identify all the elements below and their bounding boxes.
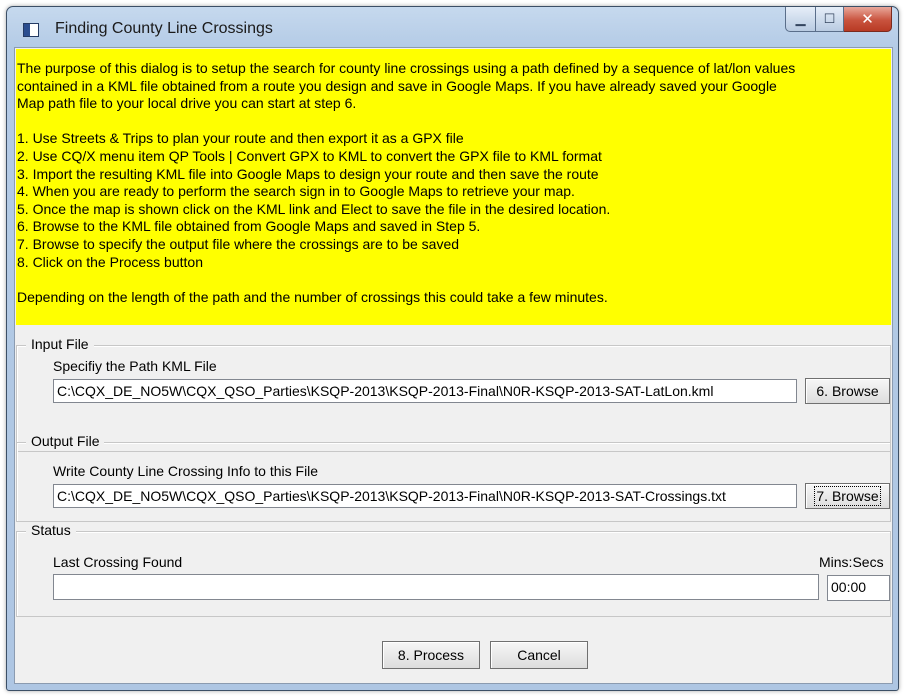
status-group-label: Status xyxy=(26,522,76,538)
input-file-prompt: Specifiy the Path KML File xyxy=(53,358,217,374)
input-file-group: Input File Specifiy the Path KML File C:… xyxy=(16,336,891,452)
instruction-line: contained in a KML file obtained from a … xyxy=(17,77,777,94)
input-file-path-field[interactable]: C:\CQX_DE_NO5W\CQX_QSO_Parties\KSQP-2013… xyxy=(53,379,797,403)
output-file-prompt: Write County Line Crossing Info to this … xyxy=(53,463,319,479)
instruction-line: 3. Import the resulting KML file into Go… xyxy=(17,165,599,182)
close-icon: ✕ xyxy=(861,11,874,28)
process-button[interactable]: 8. Process xyxy=(382,641,480,669)
input-browse-button[interactable]: 6. Browse xyxy=(805,378,890,404)
dialog-window: Finding County Line Crossings ▁ ☐ ✕ The … xyxy=(6,6,899,691)
instruction-line: The purpose of this dialog is to setup t… xyxy=(17,60,796,76)
input-file-group-label: Input File xyxy=(26,336,94,352)
instructions-panel: The purpose of this dialog is to setup t… xyxy=(16,49,891,325)
instruction-line: 8. Click on the Process button xyxy=(17,253,203,270)
cancel-label: Cancel xyxy=(517,647,561,663)
app-icon xyxy=(23,23,39,37)
last-crossing-label: Last Crossing Found xyxy=(53,554,183,570)
status-group: Status Last Crossing Found Mins:Secs 00:… xyxy=(16,522,891,617)
instruction-line: Depending on the length of the path and … xyxy=(17,288,608,305)
title-bar[interactable]: Finding County Line Crossings ▁ ☐ ✕ xyxy=(7,7,898,47)
minimize-button[interactable]: ▁ xyxy=(785,7,816,32)
instruction-line: 1. Use Streets & Trips to plan your rout… xyxy=(17,130,464,147)
process-label: 8. Process xyxy=(397,647,465,663)
minimize-icon: ▁ xyxy=(795,11,806,26)
instruction-line: 6. Browse to the KML file obtained from … xyxy=(17,218,481,235)
output-browse-label: 7. Browse xyxy=(814,486,881,506)
output-file-path-field[interactable]: C:\CQX_DE_NO5W\CQX_QSO_Parties\KSQP-2013… xyxy=(53,484,797,508)
close-button[interactable]: ✕ xyxy=(844,7,892,32)
instruction-line xyxy=(17,271,891,289)
output-browse-button[interactable]: 7. Browse xyxy=(805,483,890,509)
window-title: Finding County Line Crossings xyxy=(55,20,273,37)
instruction-line: 7. Browse to specify the output file whe… xyxy=(17,235,460,252)
input-browse-label: 6. Browse xyxy=(816,383,879,399)
dialog-client-area: The purpose of this dialog is to setup t… xyxy=(14,47,893,684)
elapsed-time-label: Mins:Secs xyxy=(819,554,884,570)
instruction-line: 4. When you are ready to perform the sea… xyxy=(17,183,575,200)
output-file-group: Output File Write County Line Crossing I… xyxy=(16,433,891,522)
elapsed-time-field[interactable]: 00:00 xyxy=(827,575,890,601)
instruction-line xyxy=(17,113,891,131)
maximize-icon: ☐ xyxy=(823,11,836,26)
last-crossing-field[interactable] xyxy=(53,574,819,600)
cancel-button[interactable]: Cancel xyxy=(490,641,588,669)
instruction-line: Map path file to your local drive you ca… xyxy=(17,95,357,112)
maximize-button[interactable]: ☐ xyxy=(816,7,844,32)
output-file-group-label: Output File xyxy=(26,433,105,449)
caption-buttons: ▁ ☐ ✕ xyxy=(785,7,892,33)
instruction-line: 5. Once the map is shown click on the KM… xyxy=(17,200,611,217)
instruction-line: 2. Use CQ/X menu item QP Tools | Convert… xyxy=(17,147,602,164)
